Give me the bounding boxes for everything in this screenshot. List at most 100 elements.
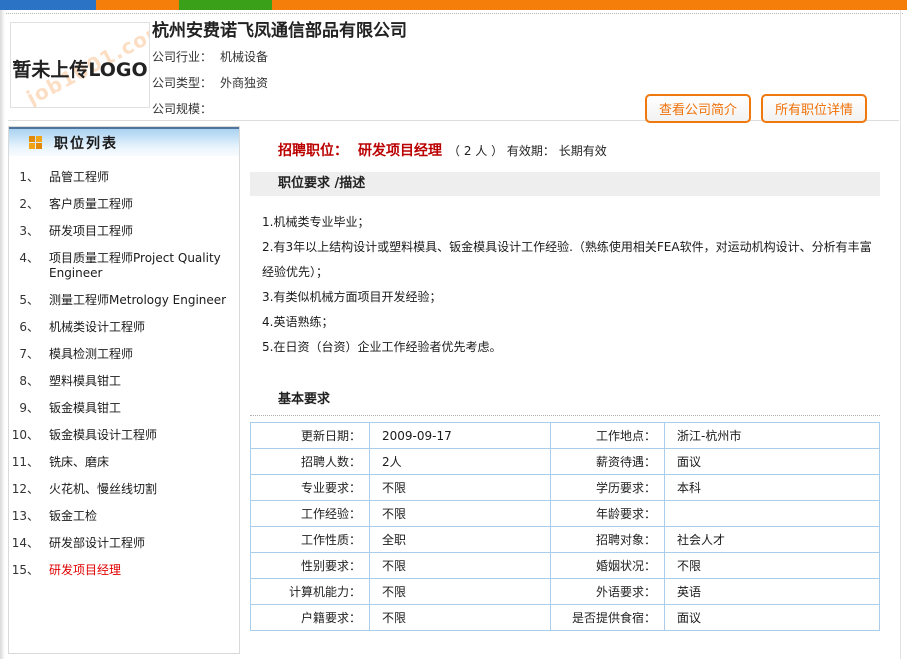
job-list-item-7[interactable]: 7、模具检测工程师 [9,341,233,368]
table-row: 性别要求： 不限 婚姻状况： 不限 [251,553,880,579]
description-line: 2.有3年以上结构设计或塑料模具、钣金模具设计工作经验.（熟练使用相关FEA软件… [262,235,872,285]
job-item-label: 钣金模具设计工程师 [49,428,233,443]
top-color-bar [0,0,907,10]
major-requirement-label: 专业要求： [251,475,370,501]
residency-requirement-value: 不限 [370,605,551,631]
gender-requirement-label: 性别要求： [251,553,370,579]
description-line: 1.机械类专业毕业； [262,210,872,235]
job-list-item-2[interactable]: 2、客户质量工程师 [9,191,233,218]
table-row: 招聘人数： 2人 薪资待遇： 面议 [251,449,880,475]
job-list-item-12[interactable]: 12、火花机、慢丝线切割 [9,476,233,503]
company-name: 杭州安费诺飞凤通信部品有限公司 [152,16,407,41]
room-board-value: 面议 [665,605,880,631]
job-item-label: 钣金模具钳工 [49,401,233,416]
job-item-number: 2、 [9,197,49,212]
company-industry-label: 公司行业： [152,50,212,64]
table-row: 户籍要求： 不限 是否提供食宿： 面议 [251,605,880,631]
company-type-label: 公司类型： [152,76,212,90]
job-item-number: 11、 [9,455,49,470]
job-item-number: 7、 [9,347,49,362]
company-header: job1001.com 暂未上传LOGO 杭州安费诺飞凤通信部品有限公司 公司行… [0,14,907,120]
job-list-title: 职位列表 [54,133,118,153]
job-list-item-11[interactable]: 11、铣床、磨床 [9,449,233,476]
validity-value: 长期有效 [559,144,607,158]
work-experience-label: 工作经验： [251,501,370,527]
job-item-label: 测量工程师Metrology Engineer [49,293,233,308]
update-date-value: 2009-09-17 [370,423,551,449]
age-requirement-value [665,501,880,527]
job-item-label: 火花机、慢丝线切割 [49,482,233,497]
basic-requirements-table: 更新日期： 2009-09-17 工作地点： 浙江-杭州市 招聘人数： 2人 薪… [250,422,880,631]
job-list-header: 职位列表 [9,127,239,156]
description-line: 3.有类似机械方面项目开发经验； [262,285,872,310]
job-list-item-10[interactable]: 10、钣金模具设计工程师 [9,422,233,449]
job-item-number: 6、 [9,320,49,335]
job-item-label: 铣床、磨床 [49,455,233,470]
job-list-item-6[interactable]: 6、机械类设计工程师 [9,314,233,341]
job-item-label: 品管工程师 [49,170,233,185]
table-row: 更新日期： 2009-09-17 工作地点： 浙江-杭州市 [251,423,880,449]
education-label: 学历要求： [551,475,665,501]
headcount-label: 招聘人数： [251,449,370,475]
computer-skill-label: 计算机能力： [251,579,370,605]
job-item-label: 研发项目工程师 [49,224,233,239]
job-item-label: 研发部设计工程师 [49,536,233,551]
job-item-number: 4、 [9,251,49,281]
job-header-line: 招聘职位：研发项目经理（ 2 人 ） 有效期： 长期有效 [250,126,880,172]
marital-status-label: 婚姻状况： [551,553,665,579]
job-item-number: 15、 [9,563,49,578]
header-buttons: 查看公司简介 所有职位详情 [645,94,867,123]
job-list-item-15-active[interactable]: 15、研发项目经理 [9,557,233,584]
topbar-blue-segment [0,0,96,10]
company-fields: 公司行业：机械设备 公司类型：外商独资 公司规模： [152,44,268,122]
topbar-green-segment [179,0,272,10]
squares-icon [29,136,42,149]
job-item-number: 10、 [9,428,49,443]
job-type-label: 工作性质： [251,527,370,553]
job-list-item-8[interactable]: 8、塑料模具钳工 [9,368,233,395]
all-jobs-detail-button[interactable]: 所有职位详情 [761,94,867,123]
job-list-item-4[interactable]: 4、项目质量工程师Project Quality Engineer [9,245,233,287]
company-industry-value: 机械设备 [220,50,268,64]
marital-status-value: 不限 [665,553,880,579]
job-type-value: 全职 [370,527,551,553]
company-type-row: 公司类型： 外商独资 [152,70,268,96]
job-list-item-3[interactable]: 3、研发项目工程师 [9,218,233,245]
foreign-language-value: 英语 [665,579,880,605]
job-item-label: 机械类设计工程师 [49,320,233,335]
job-item-number: 13、 [9,509,49,524]
recruit-target-label: 招聘对象： [551,527,665,553]
headcount-value: 2人 [370,449,551,475]
gender-requirement-value: 不限 [370,553,551,579]
recruit-target-value: 社会人才 [665,527,880,553]
salary-label: 薪资待遇： [551,449,665,475]
logo-placeholder-text: 暂未上传LOGO [11,55,149,82]
view-company-profile-button[interactable]: 查看公司简介 [645,94,751,123]
description-line: 4.英语熟练； [262,310,872,335]
job-item-label: 模具检测工程师 [49,347,233,362]
work-location-label: 工作地点： [551,423,665,449]
description-line: 5.在日资（台资）企业工作经验者优先考虑。 [262,335,872,360]
basic-requirements-section-title: 基本要求 [250,382,880,416]
validity-label: 有效期： [507,144,555,158]
job-list-item-9[interactable]: 9、钣金模具钳工 [9,395,233,422]
job-list-item-1[interactable]: 1、品管工程师 [9,164,233,191]
job-list: 1、品管工程师 2、客户质量工程师 3、研发项目工程师 4、项目质量工程师Pro… [9,156,239,592]
page: job1001.com 暂未上传LOGO 杭州安费诺飞凤通信部品有限公司 公司行… [0,0,907,659]
job-item-number: 12、 [9,482,49,497]
headcount: （ 2 人 ） [448,144,503,158]
work-experience-value: 不限 [370,501,551,527]
table-row: 专业要求： 不限 学历要求： 本科 [251,475,880,501]
job-list-item-14[interactable]: 14、研发部设计工程师 [9,530,233,557]
job-item-label: 研发项目经理 [49,563,233,578]
job-list-item-13[interactable]: 13、钣金工检 [9,503,233,530]
job-list-item-5[interactable]: 5、测量工程师Metrology Engineer [9,287,233,314]
update-date-label: 更新日期： [251,423,370,449]
job-requirements-section-title: 职位要求 /描述 [250,172,880,196]
work-location-value: 浙江-杭州市 [665,423,880,449]
company-type-value: 外商独资 [220,76,268,90]
job-item-number: 5、 [9,293,49,308]
table-row: 工作性质： 全职 招聘对象： 社会人才 [251,527,880,553]
job-item-number: 3、 [9,224,49,239]
job-description: 1.机械类专业毕业； 2.有3年以上结构设计或塑料模具、钣金模具设计工作经验.（… [250,196,880,366]
